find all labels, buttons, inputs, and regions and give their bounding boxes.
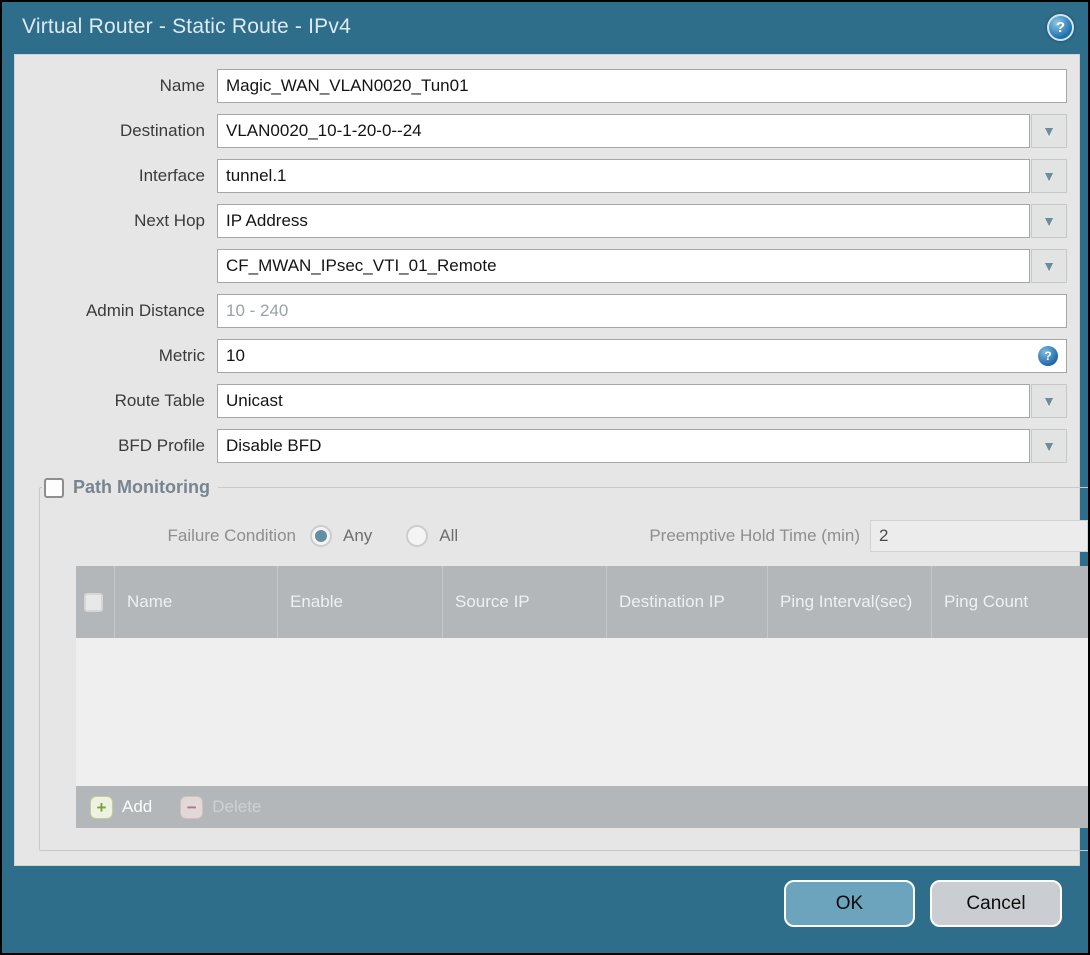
header-cell-ping-interval: Ping Interval(sec): [767, 566, 931, 638]
failure-condition-label: Failure Condition: [167, 526, 296, 545]
form-row-next-hop: Next Hop ▼: [27, 204, 1067, 238]
header-cell-name: Name: [114, 566, 277, 638]
plus-icon: +: [90, 795, 113, 819]
form-row-interface: Interface ▼: [27, 159, 1067, 193]
title-bar: Virtual Router - Static Route - IPv4 ?: [2, 2, 1088, 52]
dialog-actions: OK Cancel: [784, 880, 1062, 927]
header-cell-select: [76, 566, 114, 638]
ok-button[interactable]: OK: [784, 880, 915, 927]
chevron-down-icon: ▼: [1042, 123, 1056, 139]
info-icon: ?: [1038, 346, 1058, 366]
form-row-admin-distance: Admin Distance: [27, 294, 1067, 328]
help-icon[interactable]: ?: [1047, 13, 1074, 41]
admin-distance-input[interactable]: [217, 294, 1067, 328]
form-row-route-table: Route Table ▼: [27, 384, 1067, 418]
header-cell-enable: Enable: [277, 566, 442, 638]
metric-label: Metric: [158, 346, 205, 365]
failure-condition-option-any: Any: [310, 525, 372, 547]
form-row-metric: Metric ?: [27, 339, 1067, 373]
form-row-next-hop-address: ▼: [27, 249, 1067, 283]
route-table-input[interactable]: [217, 384, 1030, 418]
chevron-down-icon: ▼: [1042, 258, 1056, 274]
form-panel: Name Destination ▼ Interface ▼ Next Hop: [14, 54, 1088, 866]
route-table-label: Route Table: [114, 391, 205, 410]
dialog-window: Virtual Router - Static Route - IPv4 ? N…: [2, 2, 1088, 953]
preemptive-hold-time-input[interactable]: [870, 520, 1088, 552]
add-button[interactable]: + Add: [90, 795, 153, 819]
destination-dropdown-button[interactable]: ▼: [1031, 114, 1067, 148]
name-label: Name: [159, 76, 205, 95]
chevron-down-icon: ▼: [1042, 438, 1056, 454]
bfd-profile-input[interactable]: [217, 429, 1030, 463]
delete-button[interactable]: − Delete: [180, 795, 262, 819]
next-hop-address-dropdown-button[interactable]: ▼: [1031, 249, 1067, 283]
interface-label: Interface: [138, 166, 205, 185]
table-footer: + Add − Delete: [76, 786, 1088, 828]
preemptive-hold-time-label: Preemptive Hold Time (min): [649, 526, 860, 545]
next-hop-type-dropdown-button[interactable]: ▼: [1031, 204, 1067, 238]
next-hop-type-input[interactable]: [217, 204, 1030, 238]
cancel-button[interactable]: Cancel: [930, 880, 1062, 927]
delete-button-label: Delete: [212, 797, 262, 816]
header-cell-ping-count: Ping Count: [931, 566, 1088, 638]
radio-all[interactable]: [406, 525, 429, 547]
metric-input[interactable]: [217, 339, 1067, 373]
header-cell-source-ip: Source IP: [442, 566, 606, 638]
interface-input[interactable]: [217, 159, 1030, 193]
bfd-profile-label: BFD Profile: [118, 436, 205, 455]
chevron-down-icon: ▼: [1042, 213, 1056, 229]
interface-dropdown-button[interactable]: ▼: [1031, 159, 1067, 193]
next-hop-address-input[interactable]: [217, 249, 1030, 283]
dialog-title: Virtual Router - Static Route - IPv4: [22, 15, 351, 38]
next-hop-label: Next Hop: [134, 211, 205, 230]
destination-input[interactable]: [217, 114, 1030, 148]
form-row-destination: Destination ▼: [27, 114, 1067, 148]
failure-condition-row: Failure Condition Any All Preemptive Hol…: [42, 520, 1088, 552]
path-monitoring-checkbox[interactable]: [44, 477, 64, 498]
failure-condition-option-all: All: [406, 525, 458, 547]
bfd-profile-dropdown-button[interactable]: ▼: [1031, 429, 1067, 463]
path-monitoring-title: Path Monitoring: [73, 477, 210, 497]
path-monitoring-legend: Path Monitoring: [42, 477, 218, 498]
chevron-down-icon: ▼: [1042, 393, 1056, 409]
radio-any-label: Any: [343, 526, 373, 545]
radio-all-label: All: [439, 526, 459, 545]
name-input[interactable]: [217, 69, 1067, 103]
table-header: Name Enable Source IP Destination IP Pin…: [76, 566, 1088, 638]
radio-any[interactable]: [310, 525, 332, 547]
route-table-dropdown-button[interactable]: ▼: [1031, 384, 1067, 418]
form-row-bfd-profile: BFD Profile ▼: [27, 429, 1067, 463]
chevron-down-icon: ▼: [1042, 168, 1056, 184]
minus-icon: −: [180, 795, 204, 819]
path-monitoring-table: Name Enable Source IP Destination IP Pin…: [76, 566, 1088, 828]
destination-label: Destination: [119, 121, 205, 140]
select-all-checkbox[interactable]: [84, 592, 103, 612]
form-row-name: Name: [27, 69, 1067, 103]
add-button-label: Add: [122, 797, 153, 816]
admin-distance-label: Admin Distance: [85, 301, 205, 320]
path-monitoring-section: Path Monitoring Failure Condition Any Al…: [39, 477, 1088, 851]
table-body: [76, 638, 1088, 786]
header-cell-destination-ip: Destination IP: [606, 566, 767, 638]
